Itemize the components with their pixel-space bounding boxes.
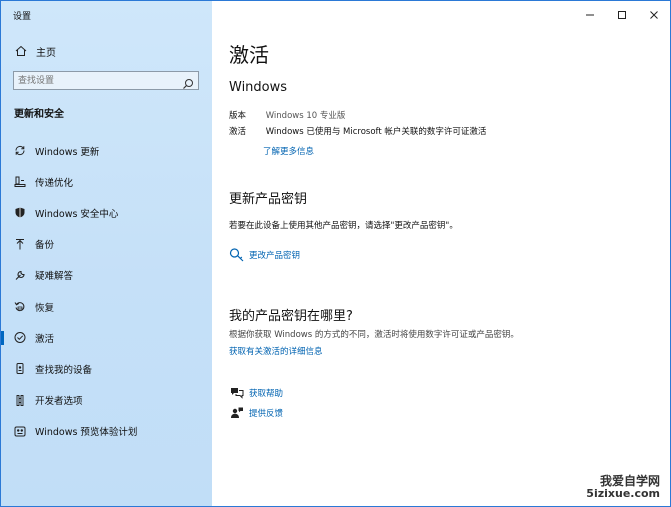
sidebar-item-label: 激活 (35, 333, 55, 345)
home-nav-item[interactable]: 主页 (14, 43, 56, 59)
get-help-link[interactable]: 获取帮助 (229, 385, 283, 401)
change-product-key-link[interactable]: 更改产品密钥 (229, 247, 300, 263)
search-box[interactable] (13, 71, 199, 90)
windows-heading: Windows (229, 80, 288, 95)
activation-key: 激活 (229, 127, 247, 137)
sidebar-item-label: 备份 (35, 240, 55, 252)
edition-value: Windows 10 专业版 (265, 111, 346, 121)
edition-key: 版本 (229, 111, 247, 121)
insider-icon (13, 425, 26, 438)
main-content: 激活 Windows 版本 Windows 10 专业版 激活 Windows … (229, 1, 670, 506)
give-feedback-label: 提供反馈 (249, 409, 284, 419)
watermark-line1: 我爱自学网 (599, 473, 660, 488)
sidebar-item-label: 开发者选项 (35, 396, 83, 408)
learn-more-link[interactable]: 了解更多信息 (263, 145, 314, 157)
sidebar-item-label: 传递优化 (35, 177, 74, 189)
settings-window: 设置 主页 更新和安全 Windows 更新 (0, 0, 671, 507)
search-input[interactable] (14, 72, 174, 89)
sidebar-item-windows-security[interactable]: Windows 安全中心 (1, 197, 212, 228)
check-circle-icon (13, 331, 26, 344)
sync-icon (13, 144, 26, 157)
sidebar-item-developer-options[interactable]: 开发者选项 (1, 385, 212, 416)
window-title: 设置 (13, 12, 32, 22)
page-title: 激活 (229, 43, 269, 67)
activation-row: 激活 Windows 已使用与 Microsoft 帐户关联的数字许可证激活 (229, 125, 486, 137)
shield-icon (13, 206, 26, 219)
home-icon (14, 44, 28, 58)
delivery-optimization-icon (13, 175, 26, 188)
sidebar-item-recovery[interactable]: 恢复 (1, 291, 212, 322)
sidebar-item-label: Windows 安全中心 (35, 208, 119, 220)
find-device-icon (13, 362, 26, 375)
activation-details-link[interactable]: 获取有关激活的详细信息 (229, 345, 323, 357)
sidebar-item-label: 疑难解答 (35, 271, 74, 283)
sidebar-item-label: 查找我的设备 (35, 364, 93, 376)
get-help-label: 获取帮助 (249, 389, 284, 399)
sidebar-item-backup[interactable]: 备份 (1, 229, 212, 260)
activation-value: Windows 已使用与 Microsoft 帐户关联的数字许可证激活 (265, 127, 487, 137)
recovery-icon (13, 300, 26, 313)
sidebar-item-windows-update[interactable]: Windows 更新 (1, 135, 212, 166)
sidebar-item-delivery-optimization[interactable]: 传递优化 (1, 166, 212, 197)
sidebar-item-activation[interactable]: 激活 (1, 322, 212, 353)
update-key-description: 若要在此设备上使用其他产品密钥，请选择"更改产品密钥"。 (229, 221, 458, 231)
home-label: 主页 (36, 47, 56, 59)
where-key-description: 根据你获取 Windows 的方式的不同，激活时将使用数字许可证或产品密钥。 (229, 330, 519, 340)
sidebar-item-label: Windows 更新 (35, 146, 100, 158)
update-key-heading: 更新产品密钥 (229, 192, 308, 207)
watermark-line2: 5izixue.com (586, 486, 660, 500)
sidebar-item-label: Windows 预览体验计划 (35, 427, 138, 439)
sidebar-nav: Windows 更新 传递优化 Windows 安全中心 备份 疑难解答 恢复 … (1, 135, 212, 447)
wrench-icon (13, 269, 26, 282)
site-watermark: 我爱自学网 5izixue.com (586, 473, 660, 500)
search-icon[interactable] (182, 75, 194, 89)
sidebar-item-label: 恢复 (35, 302, 55, 314)
backup-arrow-icon (13, 238, 26, 251)
give-feedback-link[interactable]: 提供反馈 (229, 405, 283, 421)
edition-row: 版本 Windows 10 专业版 (229, 109, 345, 121)
developer-icon (13, 394, 26, 407)
change-product-key-label: 更改产品密钥 (249, 251, 301, 261)
where-key-heading: 我的产品密钥在哪里? (229, 309, 353, 324)
key-icon (229, 247, 245, 263)
sidebar-item-windows-insider[interactable]: Windows 预览体验计划 (1, 416, 212, 447)
chat-help-icon (229, 385, 245, 401)
sidebar: 设置 主页 更新和安全 Windows 更新 (1, 1, 212, 506)
section-title: 更新和安全 (14, 109, 64, 120)
sidebar-item-find-my-device[interactable]: 查找我的设备 (1, 353, 212, 384)
feedback-icon (229, 405, 245, 421)
sidebar-item-troubleshoot[interactable]: 疑难解答 (1, 260, 212, 291)
